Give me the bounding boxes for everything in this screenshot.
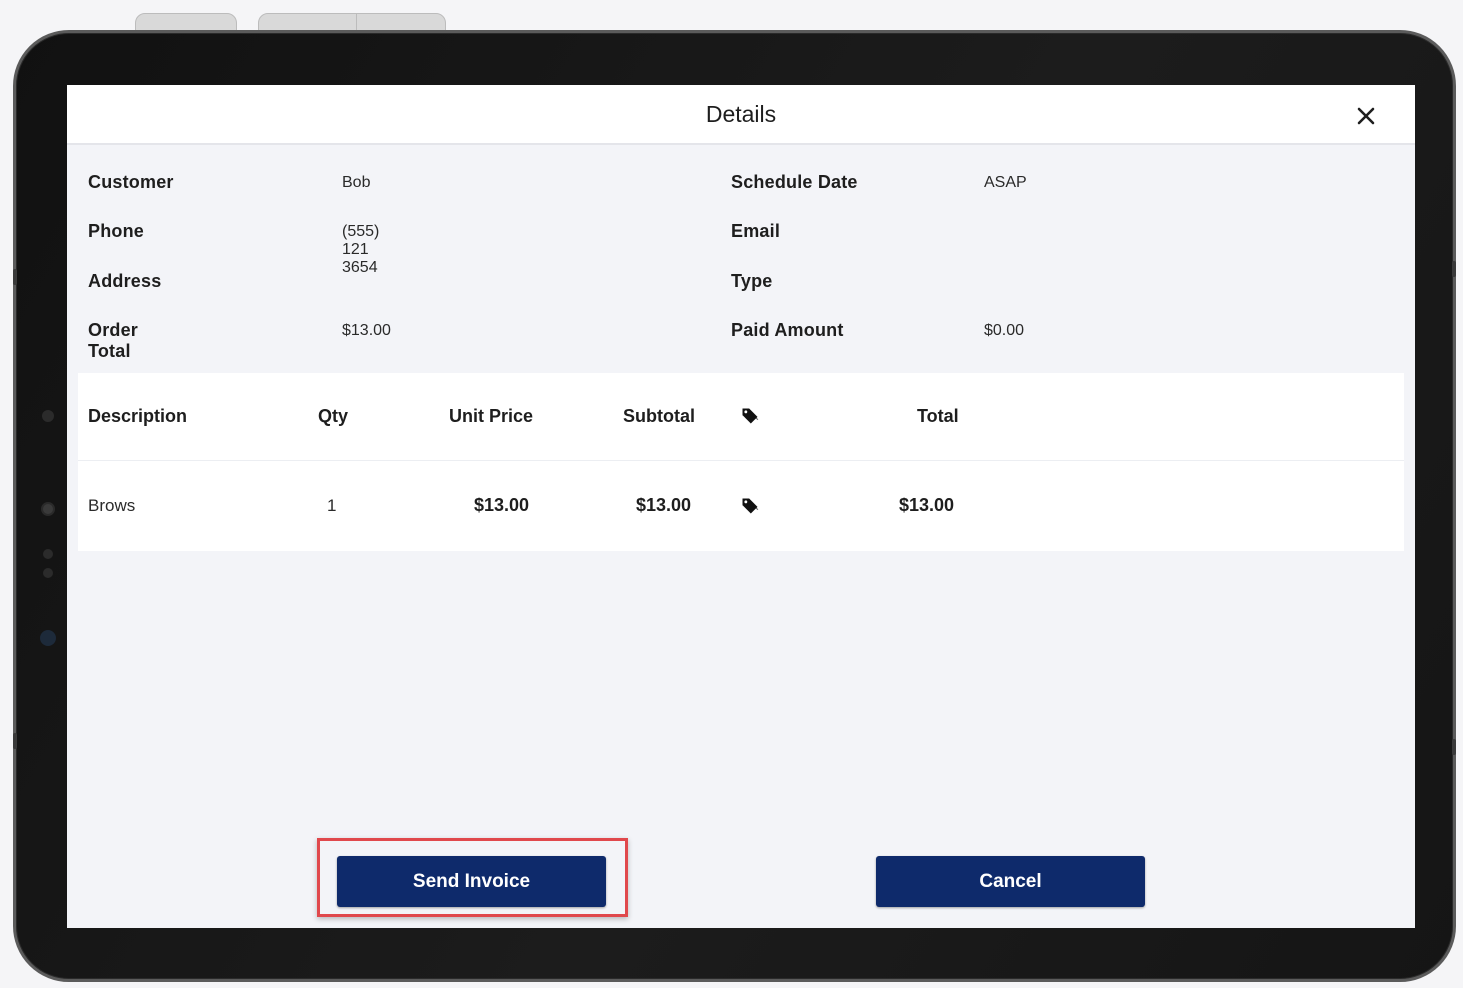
camera-dot (42, 410, 54, 422)
camera-lens (41, 502, 55, 516)
phone-label: Phone (88, 221, 145, 241)
type-label: Type (731, 271, 773, 291)
camera-lens (40, 630, 56, 646)
phone-value: (555) 121 3654 (342, 223, 380, 276)
address-label: Address (88, 271, 162, 291)
row-qty: 1 (327, 496, 337, 515)
paid-amount-value: $0.00 (984, 322, 1025, 339)
line-items-table: Description Qty Unit Price Subtotal Tota… (78, 373, 1404, 551)
stage: Details Customer Bob Phone (555) 121 365… (0, 0, 1463, 988)
header-qty: Qty (318, 406, 349, 426)
side-button (1452, 739, 1456, 755)
side-button (1452, 261, 1456, 277)
row-unit-price: $13.00 (474, 495, 530, 515)
schedule-date-value: ASAP (984, 174, 1027, 191)
email-label: Email (731, 221, 781, 241)
sensor-dot (43, 568, 53, 578)
customer-label: Customer (88, 172, 174, 192)
header-total: Total (917, 406, 959, 426)
row-total: $13.00 (899, 495, 955, 515)
row-description: Brows (88, 496, 136, 515)
close-icon[interactable] (1353, 103, 1379, 129)
row-subtotal: $13.00 (636, 495, 692, 515)
cancel-button[interactable]: Cancel (876, 856, 1145, 907)
highlight-box (317, 838, 628, 917)
header-unit-price: Unit Price (449, 406, 534, 426)
table-header: Description Qty Unit Price Subtotal Tota… (78, 373, 1404, 461)
tag-icon[interactable] (740, 496, 760, 516)
schedule-date-label: Schedule Date (731, 172, 858, 192)
customer-value: Bob (342, 174, 371, 191)
details-dialog: Details Customer Bob Phone (555) 121 365… (67, 85, 1415, 928)
header-description: Description (88, 406, 188, 426)
order-total-label: Order Total (88, 320, 139, 361)
header-subtotal: Subtotal (623, 406, 695, 426)
side-button (13, 269, 17, 285)
dialog-title: Details (705, 101, 777, 127)
tag-icon (742, 408, 759, 424)
paid-amount-label: Paid Amount (731, 320, 844, 340)
sensor-dot (43, 549, 53, 559)
side-button (13, 733, 17, 749)
order-total-value: $13.00 (342, 322, 391, 339)
dialog-header: Details (67, 85, 1415, 145)
